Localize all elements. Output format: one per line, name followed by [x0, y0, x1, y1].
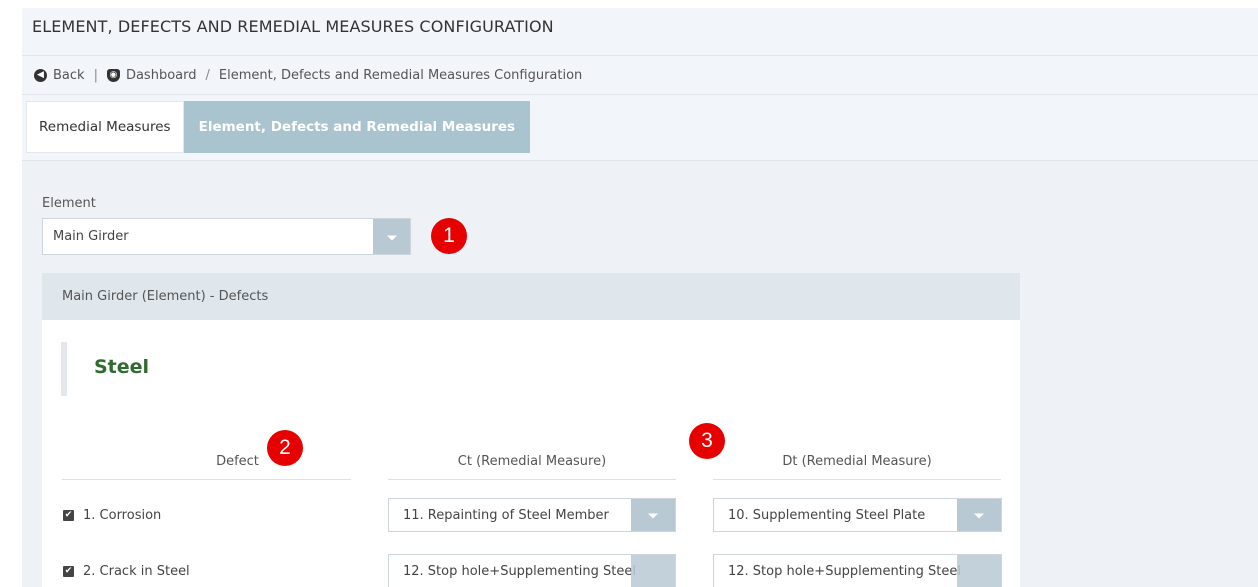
breadcrumb-separator: | [93, 67, 98, 83]
group-accent-bar [61, 342, 67, 396]
ct-dropdown-button[interactable] [631, 499, 675, 531]
back-link[interactable]: ◀ Back [34, 68, 85, 83]
element-label: Element [42, 196, 96, 211]
defect-label: 1. Corrosion [83, 508, 162, 523]
circle-arrow-left-icon: ◀ [34, 68, 47, 82]
tab-bar: Remedial Measures Element, Defects and R… [26, 101, 531, 153]
defect-label: 2. Crack in Steel [83, 564, 190, 579]
breadcrumb: ◀ Back | ◉ Dashboard / Element, Defects … [22, 55, 1258, 95]
back-label: Back [53, 67, 85, 83]
page: ELEMENT, DEFECTS AND REMEDIAL MEASURES C… [22, 8, 1258, 587]
column-header-ct: Ct (Remedial Measure) [388, 448, 676, 480]
ct-select-value: 12. Stop hole+Supplementing Steel [403, 564, 636, 579]
dashboard-label: Dashboard [125, 67, 197, 83]
ct-select-corrosion[interactable]: 11. Repainting of Steel Member [388, 498, 676, 532]
dashboard-gauge-icon: ◉ [106, 68, 120, 82]
defect-row-corrosion[interactable]: ✔ 1. Corrosion [63, 508, 161, 523]
tab-remedial-measures[interactable]: Remedial Measures [26, 101, 184, 153]
dt-select-value: 12. Stop hole+Supplementing Steel [728, 564, 961, 579]
ct-select-crack-in-steel[interactable]: 12. Stop hole+Supplementing Steel [388, 554, 676, 587]
column-header-defect-label: Defect [216, 454, 259, 469]
caret-down-icon [974, 513, 984, 519]
annotation-marker-2: 2 [267, 430, 303, 466]
dt-select-value: 10. Supplementing Steel Plate [728, 508, 926, 523]
checked-checkbox-icon[interactable]: ✔ [63, 566, 74, 577]
breadcrumb-separator: / [205, 67, 210, 83]
element-select-value: Main Girder [53, 229, 129, 244]
defects-panel: Main Girder (Element) - Defects Steel De… [42, 273, 1020, 587]
defect-row-crack-in-steel[interactable]: ✔ 2. Crack in Steel [63, 564, 190, 579]
column-header-defect: Defect [62, 448, 351, 480]
dashboard-link[interactable]: ◉ Dashboard [106, 67, 197, 83]
group-title: Steel [94, 356, 150, 378]
annotation-marker-1: 1 [431, 218, 467, 254]
element-select[interactable]: Main Girder [42, 218, 411, 255]
ct-select-value: 11. Repainting of Steel Member [403, 508, 609, 523]
dt-dropdown-button[interactable] [957, 499, 1001, 531]
defects-panel-header: Main Girder (Element) - Defects [42, 273, 1020, 320]
dt-select-corrosion[interactable]: 10. Supplementing Steel Plate [713, 498, 1002, 532]
checked-checkbox-icon[interactable]: ✔ [63, 510, 74, 521]
config-panel: Element Main Girder 1 Main Girder (Eleme… [22, 160, 1258, 587]
dt-select-crack-in-steel[interactable]: 12. Stop hole+Supplementing Steel [713, 554, 1002, 587]
ct-dropdown-button[interactable] [631, 555, 675, 587]
column-header-dt: Dt (Remedial Measure) [713, 448, 1001, 480]
element-dropdown-button[interactable] [373, 219, 410, 254]
tab-element-defects-remedial-measures[interactable]: Element, Defects and Remedial Measures [183, 101, 531, 153]
page-title: ELEMENT, DEFECTS AND REMEDIAL MEASURES C… [32, 17, 554, 36]
caret-down-icon [386, 235, 397, 240]
breadcrumb-current: Element, Defects and Remedial Measures C… [218, 67, 583, 83]
caret-down-icon [648, 513, 658, 519]
dt-dropdown-button[interactable] [957, 555, 1001, 587]
